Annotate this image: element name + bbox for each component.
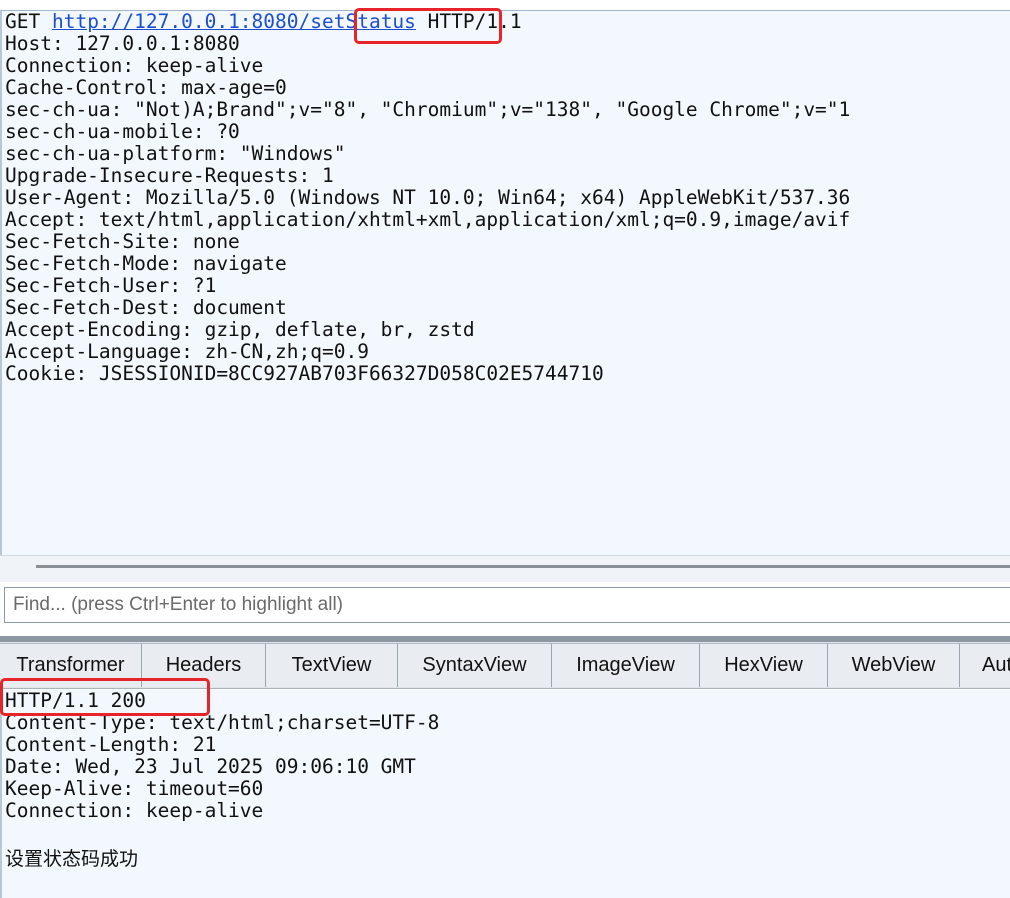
- request-url-link[interactable]: http://127.0.0.1:8080/setStatus: [52, 11, 416, 33]
- response-body: 设置状态码成功: [5, 848, 139, 870]
- request-protocol: HTTP/1.1: [415, 10, 522, 33]
- request-line: GET http://127.0.0.1:8080/setStatus HTTP…: [2, 11, 1010, 33]
- request-header-line: Sec-Fetch-Mode: navigate: [5, 252, 287, 275]
- request-header-line: Upgrade-Insecure-Requests: 1: [5, 164, 334, 187]
- request-method: GET: [5, 10, 52, 33]
- request-header-line: sec-ch-ua: "Not)A;Brand";v="8", "Chromiu…: [5, 98, 851, 121]
- tab-auth[interactable]: Auth: [960, 643, 1010, 687]
- request-header-line: Accept: text/html,application/xhtml+xml,…: [5, 208, 851, 231]
- request-header-line: User-Agent: Mozilla/5.0 (Windows NT 10.0…: [5, 186, 851, 209]
- request-header-line: Accept-Encoding: gzip, deflate, br, zstd: [5, 318, 475, 341]
- response-header-line: Connection: keep-alive: [5, 799, 264, 822]
- tab-headers[interactable]: Headers: [142, 643, 266, 687]
- find-bar: [4, 587, 1010, 623]
- request-url-path[interactable]: /setStatus: [299, 11, 416, 33]
- tab-imageview[interactable]: ImageView: [552, 643, 700, 687]
- response-raw-view[interactable]: HTTP/1.1 200 Content-Type: text/html;cha…: [0, 690, 1010, 898]
- request-header-line: Cookie: JSESSIONID=8CC927AB703F66327D058…: [5, 362, 604, 385]
- request-header-line: Cache-Control: max-age=0: [5, 76, 287, 99]
- request-header-line: Sec-Fetch-User: ?1: [5, 274, 217, 297]
- request-header-line: Connection: keep-alive: [5, 54, 264, 77]
- tab-webview[interactable]: WebView: [828, 643, 960, 687]
- request-header-line: Sec-Fetch-Dest: document: [5, 296, 287, 319]
- request-header-line: Host: 127.0.0.1:8080: [5, 32, 240, 55]
- response-header-line: Keep-Alive: timeout=60: [5, 777, 264, 800]
- request-header-line: sec-ch-ua-mobile: ?0: [5, 120, 240, 143]
- scrollbar-thumb[interactable]: [36, 565, 1010, 568]
- response-header-line: Content-Type: text/html;charset=UTF-8: [5, 711, 440, 734]
- response-headers: Content-Type: text/html;charset=UTF-8 Con…: [2, 712, 1010, 822]
- find-input[interactable]: [5, 588, 1010, 622]
- request-header-line: Sec-Fetch-Site: none: [5, 230, 240, 253]
- request-headers: Host: 127.0.0.1:8080 Connection: keep-ali…: [2, 33, 1010, 385]
- tab-transformer[interactable]: Transformer: [0, 643, 142, 687]
- tab-hexview[interactable]: HexView: [700, 643, 828, 687]
- request-header-line: sec-ch-ua-platform: "Windows": [5, 142, 346, 165]
- response-header-line: Content-Length: 21: [5, 733, 217, 756]
- response-inspector-tabs: Transformer Headers TextView SyntaxView …: [0, 642, 1010, 689]
- request-url-host[interactable]: http://127.0.0.1:8080: [52, 11, 299, 33]
- request-raw-view[interactable]: GET http://127.0.0.1:8080/setStatus HTTP…: [0, 10, 1010, 556]
- request-header-line: Accept-Language: zh-CN,zh;q=0.9: [5, 340, 369, 363]
- response-header-line: Date: Wed, 23 Jul 2025 09:06:10 GMT: [5, 755, 416, 778]
- request-horizontal-scrollbar[interactable]: [0, 555, 1010, 582]
- response-status-line: HTTP/1.1 200: [5, 690, 146, 712]
- tab-textview[interactable]: TextView: [266, 643, 398, 687]
- tab-syntaxview[interactable]: SyntaxView: [398, 643, 552, 687]
